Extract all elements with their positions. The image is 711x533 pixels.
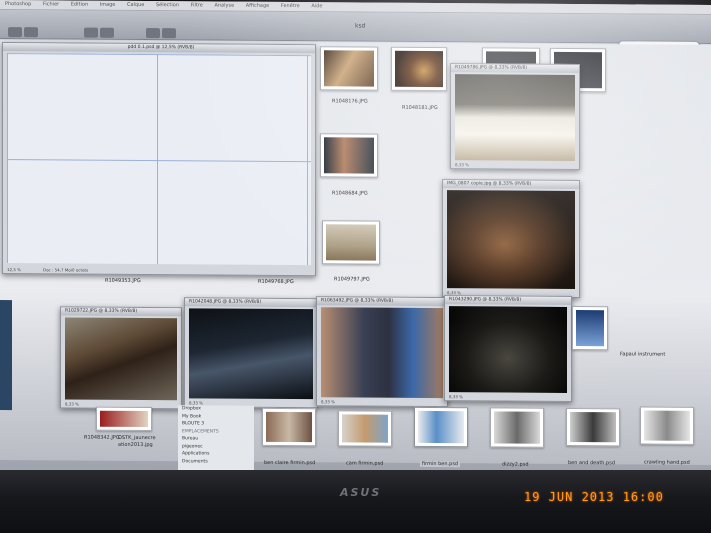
main-document-info: Doc : 54,7 Mo/0 octets [43,267,89,273]
thumbnail-image [326,224,376,261]
thumbnail[interactable] [96,406,152,432]
image-window-zoom: 8,33 % [65,401,79,407]
file-caption: dizzy2.psd [502,461,529,468]
photo-urinals [455,74,575,162]
file-caption: ben and death.psd [568,459,615,467]
file-preview [494,411,540,444]
view-list-button[interactable] [100,27,114,38]
thumbnail-caption: R1049353.JPG [105,277,141,284]
photo-skater [449,306,567,393]
finder-sidebar: Dropbox My Book BLOUTE 3 EMPLACEMENTS Bu… [178,405,254,472]
image-window-title[interactable]: R1043290.JPG @ 8,33% (RVB/8) [445,296,571,305]
menu-filtre[interactable]: Filtre [191,2,203,8]
view-icon-button[interactable] [84,27,98,38]
image-window-zoom: 8,33 % [449,394,463,400]
thumbnail-caption: R1049797.JPG [334,276,370,283]
monitor-screen: Photoshop Fichier Edition Image Calque S… [0,0,711,475]
image-window[interactable]: IMG_0807 copie.jpg @ 8,33% (RVB/8) 8,33 … [442,179,580,299]
file-preview [342,414,388,443]
sidebar-item-documents[interactable]: Documents [182,458,254,466]
image-window-title[interactable]: R1042048.JPG @ 8,33% (RVB/8) [185,298,317,308]
thumbnail[interactable] [572,305,608,351]
image-window[interactable]: R1049786.JPG @ 8,33% (RVB/8) 8,33 % [450,63,580,171]
menu-calque[interactable]: Calque [127,2,144,8]
action-gear-button[interactable] [162,28,176,39]
menu-aide[interactable]: Aide [311,3,322,9]
forward-button[interactable] [24,27,38,38]
folder-caption: Fapaul instrument [620,351,666,358]
image-window[interactable]: R1063492.JPG @ 8,33% (RVB/8) 8,33 % [316,296,448,408]
file-caption: cam firmin.psd [346,460,384,467]
menu-edition[interactable]: Edition [71,1,88,7]
menu-analyse[interactable]: Analyse [214,2,234,8]
menu-fichier[interactable]: Fichier [43,1,59,7]
file-icon[interactable] [262,407,316,447]
menu-selection[interactable]: Sélection [156,2,179,8]
photo-car [189,308,313,400]
desktop-strip [0,300,12,411]
thumbnail-image [324,137,374,174]
thumbnail-image [324,50,374,87]
file-icon[interactable] [490,407,544,448]
file-icon[interactable] [338,410,392,447]
thumbnail[interactable] [320,133,378,178]
file-caption: ben claire firmin.psd [264,459,316,467]
file-preview [644,410,690,441]
file-icon[interactable] [414,406,468,448]
thumbnail-image [395,50,443,88]
photo-dog [65,317,177,401]
image-window-title[interactable]: R1063492.JPG @ 8,33% (RVB/8) [317,297,447,307]
photo-hand [447,190,575,290]
menu-affichage[interactable]: Affichage [246,3,270,9]
image-window-title[interactable]: R1029722.JPG @ 8,33% (RVB/8) [61,307,181,317]
image-window-zoom: 8,33 % [321,399,335,405]
thumbnail[interactable] [320,46,378,91]
image-window[interactable]: R1043290.JPG @ 8,33% (RVB/8) 8,33 % [444,295,572,402]
menu-image[interactable]: Image [100,2,116,8]
quicklook-button[interactable] [146,28,160,39]
file-caption: crawling hand.psd [644,459,690,466]
thumbnail-caption: R1049768.JPG [258,278,294,286]
date-timestamp: 19 JUN 2013 16:00 [524,490,664,504]
file-icon[interactable] [566,407,620,447]
image-window[interactable]: R1042048.JPG @ 8,33% (RVB/8) 8,33 % [184,297,318,409]
file-caption-selected: firmin ben.psd [420,460,461,468]
thumbnail[interactable] [322,220,380,265]
grid-canvas[interactable] [7,53,311,266]
thumbnail-image [486,51,536,64]
file-icon[interactable] [640,406,694,445]
photo-friends [321,307,443,399]
thumbnail-caption: OSTK_jaunecre ation2013.jpg [118,434,156,449]
file-preview [418,410,464,444]
brand-logo: ASUS [340,486,382,499]
file-preview [266,411,312,443]
menu-app[interactable]: Photoshop [5,1,31,7]
image-window[interactable]: R1029722.JPG @ 8,33% (RVB/8) 8,33 % [60,306,182,410]
thumbnail[interactable] [391,46,447,92]
thumbnail-image [100,410,148,428]
thumbnail-caption: R1048342.JPG [84,434,120,441]
thumbnail-caption: R1048176.JPG [332,98,368,105]
finder-toolbar: ksd [0,10,711,52]
image-window-zoom: 8,33 % [455,162,469,168]
image-window-title[interactable]: R1049786.JPG @ 8,33% (RVB/8) [451,64,579,74]
thumbnail-caption: R1048181.JPG [402,104,438,112]
photo-of-monitor: Photoshop Fichier Edition Image Calque S… [0,0,711,533]
finder-window-title: ksd [355,22,366,30]
thumbnail-image [576,310,604,347]
image-window-title[interactable]: IMG_0807 copie.jpg @ 8,33% (RVB/8) [443,180,579,190]
main-document-zoom: 12,5 % [7,267,21,273]
file-preview [570,411,616,443]
thumbnail-caption: R1048684.JPG [332,190,368,197]
back-button[interactable] [8,27,22,38]
main-document-title[interactable]: pdd 0.1.psd @ 12,5% (RVB/8) [3,43,315,54]
menu-fenetre[interactable]: Fenêtre [281,3,300,9]
main-document-window[interactable]: pdd 0.1.psd @ 12,5% (RVB/8) 12,5 % Doc :… [2,42,316,277]
